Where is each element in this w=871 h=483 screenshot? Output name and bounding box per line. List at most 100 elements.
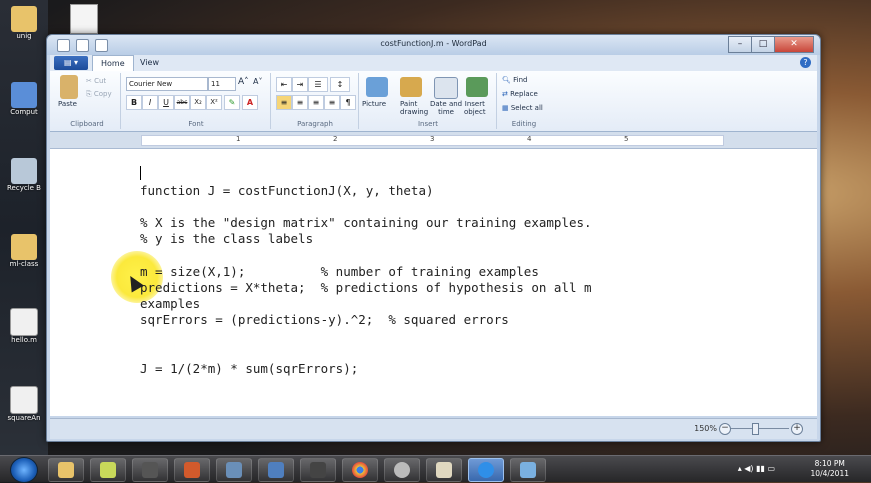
taskbar-tool[interactable] — [216, 458, 252, 482]
taskbar-folder[interactable] — [48, 458, 84, 482]
decrease-indent-icon[interactable]: ⇤ — [276, 77, 292, 92]
cut-label: Cut — [94, 77, 107, 85]
date-time-button[interactable]: Date and time — [430, 100, 462, 116]
ruler-mark: 2 — [333, 135, 338, 143]
zoom-in-button[interactable]: + — [791, 423, 803, 435]
grow-font-button[interactable]: A˄ — [238, 77, 249, 87]
taskbar-wordpad[interactable] — [468, 458, 504, 482]
file-icon — [10, 386, 38, 414]
folder-icon — [11, 6, 37, 32]
taskbar-powerpoint[interactable] — [174, 458, 210, 482]
powerpoint-icon — [184, 462, 200, 478]
window-controls: – □ ✕ — [728, 36, 814, 53]
highlight-color-icon[interactable]: ✎ — [224, 95, 240, 110]
zoom-slider[interactable] — [731, 428, 789, 429]
replace-button[interactable]: ⇄ Replace — [502, 90, 538, 98]
italic-button[interactable]: I — [142, 95, 158, 110]
cut-button[interactable]: ✂ Cut — [86, 77, 106, 85]
taskbar-paint[interactable] — [510, 458, 546, 482]
desktop-icon-unig[interactable]: unig — [2, 6, 46, 40]
code-line: examples — [140, 296, 201, 311]
copy-button[interactable]: ⎘ Copy — [86, 90, 112, 99]
help-icon[interactable]: ? — [800, 57, 811, 68]
select-all-button[interactable]: ▦ Select all — [502, 104, 543, 112]
code-line: m = size(X,1); % number of training exam… — [140, 264, 539, 279]
increase-indent-icon[interactable]: ⇥ — [292, 77, 308, 92]
taskbar-chrome[interactable] — [342, 458, 378, 482]
copy-label: Copy — [93, 90, 112, 98]
align-right-icon[interactable]: ≡ — [308, 95, 324, 110]
taskbar-network[interactable] — [258, 458, 294, 482]
title-bar: costFunctionJ.m - WordPad – □ ✕ — [47, 35, 820, 55]
underline-button[interactable]: U — [158, 95, 174, 110]
font-size-select[interactable]: 11 — [208, 77, 236, 91]
paste-button[interactable]: Paste — [58, 100, 77, 108]
subscript-button[interactable]: X₂ — [190, 95, 206, 110]
desktop-icon-ml-class[interactable]: ml-class — [2, 234, 46, 268]
desktop-icon-label: Comput — [10, 108, 38, 116]
zoom-slider-thumb[interactable] — [752, 423, 759, 435]
clock-time: 8:10 PM — [814, 459, 845, 468]
paste-icon[interactable] — [60, 75, 78, 99]
shrink-font-button[interactable]: A˅ — [253, 77, 262, 86]
align-left-icon[interactable]: ≡ — [276, 95, 292, 110]
application-menu-button[interactable]: ▤ ▾ — [54, 56, 88, 70]
line-spacing-icon[interactable]: ↕ — [330, 77, 350, 92]
justify-icon[interactable]: ≡ — [324, 95, 340, 110]
picture-icon[interactable] — [366, 77, 388, 97]
ruler[interactable]: 1 2 3 4 5 — [50, 132, 817, 149]
zoom-out-button[interactable]: − — [719, 423, 731, 435]
taskbar-files[interactable] — [426, 458, 462, 482]
desktop-icon-computer[interactable]: Comput — [2, 82, 46, 116]
clock[interactable]: 8:10 PM 10/4/2011 — [811, 459, 849, 479]
desktop-icon-label: squareAn — [7, 414, 41, 422]
superscript-button[interactable]: X² — [206, 95, 222, 110]
desktop-icon-squarean[interactable]: squareAn — [2, 386, 46, 422]
tab-home[interactable]: Home — [92, 55, 134, 71]
desktop-icon-recycle-bin[interactable]: Recycle B — [2, 158, 46, 192]
ruler-mark: 4 — [527, 135, 532, 143]
taskbar-sticky-notes[interactable] — [90, 458, 126, 482]
find-button[interactable]: 🔍︎ Find — [502, 76, 527, 84]
picture-button[interactable]: Picture — [362, 100, 386, 108]
taskbar-camera[interactable] — [300, 458, 336, 482]
code-line: function J = costFunctionJ(X, y, theta) — [140, 183, 434, 198]
bold-button[interactable]: B — [126, 95, 142, 110]
desktop-icon-label: ml-class — [9, 260, 39, 268]
taskbar-camcorder[interactable] — [132, 458, 168, 482]
maximize-button[interactable]: □ — [751, 36, 775, 53]
insert-object-icon[interactable] — [466, 77, 488, 97]
taskbar: ▴ ◀) ▮▮ ▭ 8:10 PM 10/4/2011 — [0, 455, 871, 483]
paragraph-settings-icon[interactable]: ¶ — [340, 95, 356, 110]
paint-drawing-button[interactable]: Paint drawing — [400, 100, 428, 116]
status-bar: 150% − + — [50, 418, 817, 439]
minimize-button[interactable]: – — [728, 36, 752, 53]
calendar-icon[interactable] — [434, 77, 458, 99]
code-line: % y is the class labels — [140, 231, 314, 246]
window-title: costFunctionJ.m - WordPad — [380, 39, 487, 48]
folder-icon — [58, 462, 74, 478]
text-caret — [140, 166, 141, 180]
strikethrough-button[interactable]: abc — [174, 95, 190, 110]
font-family-select[interactable]: Courier New — [126, 77, 208, 91]
desktop-document-icon[interactable] — [70, 4, 98, 34]
system-tray-icons[interactable]: ▴ ◀) ▮▮ ▭ — [738, 464, 775, 473]
document-area[interactable]: function J = costFunctionJ(X, y, theta) … — [50, 149, 817, 416]
start-button[interactable] — [10, 457, 38, 483]
bullets-icon[interactable]: ☰ — [308, 77, 328, 92]
align-center-icon[interactable]: ≡ — [292, 95, 308, 110]
desktop-icon-hello[interactable]: hello.m — [2, 308, 46, 344]
font-color-icon[interactable]: A — [242, 95, 258, 110]
close-button[interactable]: ✕ — [774, 36, 814, 53]
desktop-icon-label: unig — [16, 32, 32, 40]
insert-object-button[interactable]: Insert object — [464, 100, 486, 116]
tool-icon — [226, 462, 242, 478]
group-label: Insert — [417, 120, 439, 128]
ribbon: Paste ✂ Cut ⎘ Copy Clipboard Courier New… — [50, 71, 817, 132]
tab-view[interactable]: View — [132, 55, 167, 70]
paint-drawing-icon[interactable] — [400, 77, 422, 97]
taskbar-tool2[interactable] — [384, 458, 420, 482]
wordpad-icon — [478, 462, 494, 478]
paint-label: Paint — [400, 100, 418, 108]
recycle-bin-icon — [11, 158, 37, 184]
